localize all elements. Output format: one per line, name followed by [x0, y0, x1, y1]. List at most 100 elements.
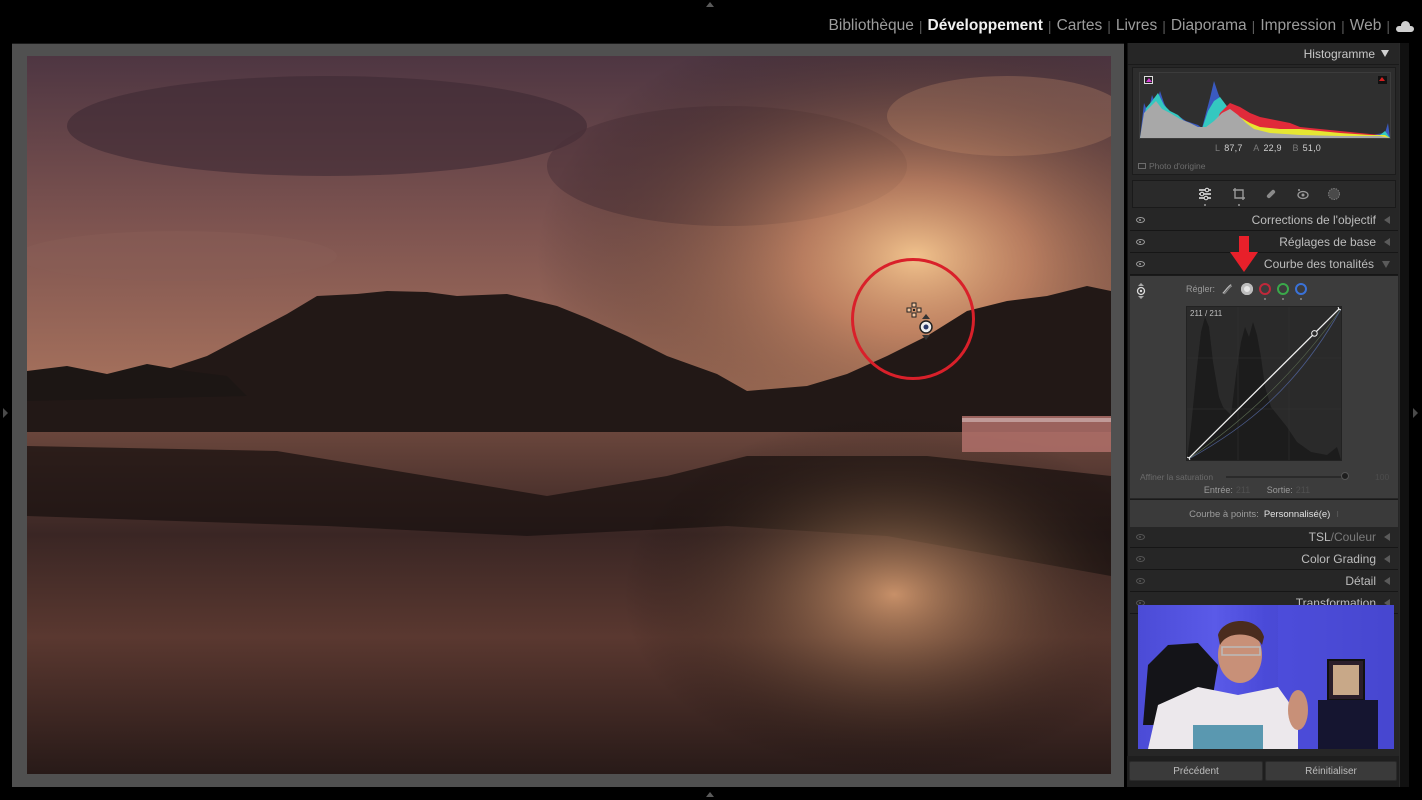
section-label-hsl: TSL [1308, 530, 1331, 544]
expand-triangle-icon [1384, 577, 1390, 585]
refine-saturation-slider[interactable] [1226, 476, 1344, 478]
section-label-color: Couleur [1333, 530, 1376, 544]
original-photo-label: Photo d'origine [1149, 161, 1206, 171]
collapse-triangle-icon[interactable] [1381, 50, 1389, 57]
shadow-clipping-toggle[interactable] [1144, 76, 1153, 84]
highlight-clipping-toggle[interactable] [1378, 76, 1387, 84]
lab-a-value: 22,9 [1263, 143, 1282, 153]
healing-icon[interactable] [1264, 187, 1278, 201]
parametric-curve-icon[interactable] [1221, 283, 1233, 295]
annotation-arrow-icon [1230, 236, 1258, 272]
input-label: Entrée: [1203, 485, 1233, 495]
channel-edited-indicator [1264, 298, 1266, 300]
output-value[interactable]: 211 [1296, 485, 1310, 495]
left-panel-toggle[interactable] [3, 408, 8, 418]
section-detail[interactable]: Détail [1130, 571, 1398, 592]
original-photo-toggle[interactable]: Photo d'origine [1138, 161, 1205, 171]
updown-icon: ⁝ [1336, 510, 1339, 519]
curve-line [1187, 307, 1341, 460]
module-print[interactable]: Impression [1255, 17, 1341, 35]
bottom-bar: Précédent Réinitialiser [1127, 756, 1399, 787]
expand-triangle-icon [1384, 533, 1390, 541]
module-develop[interactable]: Développement [923, 17, 1048, 35]
eye-icon[interactable] [1136, 261, 1145, 267]
module-slideshow[interactable]: Diaporama [1166, 17, 1252, 35]
red-channel-button[interactable] [1259, 283, 1271, 295]
module-web[interactable]: Web [1345, 17, 1387, 35]
cloud-icon[interactable] [1396, 20, 1414, 32]
photo-preview[interactable] [27, 56, 1111, 774]
red-eye-icon[interactable] [1296, 187, 1310, 201]
channel-edited-indicator [1300, 298, 1302, 300]
crop-icon[interactable] [1232, 187, 1246, 201]
point-curve-preset[interactable]: Courbe à points: Personnalisé(e) ⁝ [1130, 499, 1398, 529]
slider-thumb[interactable] [1341, 472, 1349, 480]
filmstrip-toggle[interactable] [706, 792, 714, 797]
webcam-overlay [1138, 605, 1394, 749]
section-hsl[interactable]: TSL / Couleur [1130, 527, 1398, 548]
active-indicator [1204, 204, 1206, 206]
tool-strip [1132, 180, 1396, 208]
adjust-label: Régler: [1186, 284, 1216, 294]
module-map[interactable]: Cartes [1052, 17, 1108, 35]
refine-saturation-label: Affiner la saturation [1140, 472, 1214, 482]
section-label: Courbe des tonalités [1263, 257, 1374, 271]
lab-l-value: 87,7 [1224, 143, 1243, 153]
top-panel-toggle[interactable] [706, 2, 714, 7]
highlight-circle [851, 258, 975, 380]
photo-landscape [27, 56, 1111, 774]
blue-channel-button[interactable] [1295, 283, 1307, 295]
section-label: Corrections de l'objectif [1251, 213, 1376, 227]
point-curve-rgb-button[interactable] [1241, 283, 1253, 295]
lab-readout: L 87,7 A 22,9 B 51,0 [1214, 143, 1321, 153]
histogram-panel: L 87,7 A 22,9 B 51,0 Photo d'origine [1132, 67, 1396, 175]
section-basic[interactable]: Réglages de base [1130, 232, 1398, 253]
webcam-presenter-image [1143, 605, 1394, 749]
histogram-chart [1140, 81, 1390, 138]
section-tone-curve[interactable]: Courbe des tonalités [1130, 254, 1398, 275]
separator: | [1386, 18, 1390, 34]
expand-triangle-icon [1384, 216, 1390, 224]
previous-button[interactable]: Précédent [1129, 761, 1263, 781]
tone-curve-panel: Régler: 211 / 211 Affiner la saturation [1130, 275, 1398, 498]
active-indicator [1238, 204, 1240, 206]
section-lens-corrections[interactable]: Corrections de l'objectif [1130, 210, 1398, 231]
eye-icon[interactable] [1136, 239, 1145, 245]
green-channel-button[interactable] [1277, 283, 1289, 295]
eye-icon[interactable] [1136, 578, 1145, 584]
right-panel-scrollbar[interactable] [1399, 43, 1409, 787]
channel-edited-indicator [1282, 298, 1284, 300]
curve-control-point[interactable] [1311, 330, 1318, 337]
histogram-header[interactable]: Histogramme [1128, 43, 1399, 65]
module-book[interactable]: Livres [1111, 17, 1162, 35]
targeted-adjustment-tool-icon[interactable] [1136, 283, 1146, 299]
edit-sliders-icon[interactable] [1198, 187, 1212, 201]
point-curve-label: Courbe à points: [1189, 509, 1259, 520]
targeted-adjustment-icon [919, 314, 933, 340]
expand-triangle-icon [1384, 555, 1390, 563]
input-output-row: Entrée: 211 Sortie: 211 [1130, 485, 1398, 495]
lab-b-value: 51,0 [1302, 143, 1321, 153]
checkbox-icon[interactable] [1138, 163, 1146, 169]
expand-triangle-icon [1384, 238, 1390, 246]
eye-icon[interactable] [1136, 217, 1145, 223]
section-label: Détail [1345, 574, 1376, 588]
output-label: Sortie: [1266, 485, 1293, 495]
histogram-title: Histogramme [1303, 46, 1375, 61]
eye-icon[interactable] [1136, 534, 1145, 540]
refine-saturation-value[interactable]: 100 [1375, 472, 1389, 482]
eye-icon[interactable] [1136, 556, 1145, 562]
module-library[interactable]: Bibliothèque [824, 17, 919, 35]
collapse-triangle-icon [1382, 260, 1390, 268]
right-panel-toggle[interactable] [1413, 408, 1418, 418]
section-color-grading[interactable]: Color Grading [1130, 549, 1398, 570]
masking-icon[interactable] [1327, 187, 1341, 201]
section-label: Color Grading [1301, 552, 1376, 566]
input-value[interactable]: 211 [1236, 485, 1250, 495]
tone-curve-graph[interactable]: 211 / 211 [1186, 306, 1342, 461]
module-picker: Bibliothèque | Développement | Cartes | … [824, 17, 1414, 35]
reset-button[interactable]: Réinitialiser [1265, 761, 1397, 781]
point-curve-select[interactable]: Personnalisé(e) [1264, 509, 1331, 520]
histogram-graph [1139, 72, 1391, 139]
section-label: Réglages de base [1279, 235, 1376, 249]
